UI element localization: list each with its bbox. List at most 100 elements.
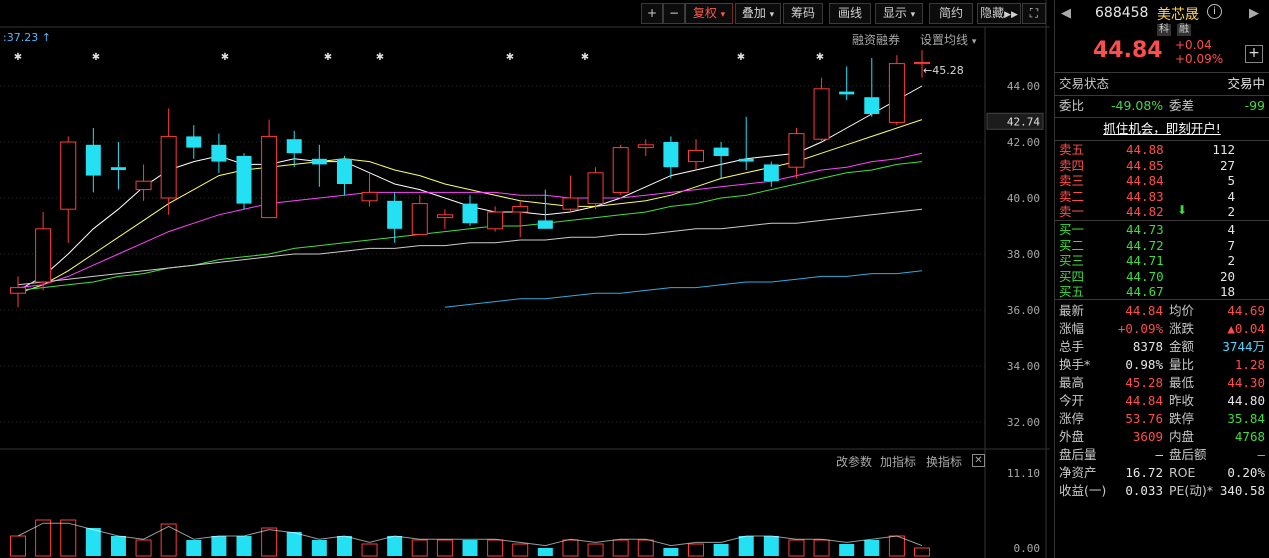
stat-value: +0.09% bbox=[1117, 321, 1163, 336]
candle-body bbox=[788, 133, 805, 168]
ma-settings-link[interactable]: 设置均线 ▾ bbox=[920, 31, 976, 48]
stat-value: 44.80 bbox=[1227, 393, 1265, 408]
close-subchart-icon[interactable]: ✕ bbox=[972, 454, 985, 467]
chevron-down-icon: ▾ bbox=[720, 10, 726, 20]
volume-bar bbox=[411, 539, 428, 557]
volume-bar bbox=[361, 543, 378, 557]
event-marker-icon: ✱ bbox=[581, 52, 589, 63]
stat-label: 量比 bbox=[1169, 357, 1195, 372]
y-tick-label: 44.00 bbox=[1007, 80, 1040, 93]
candle-body bbox=[688, 149, 704, 163]
max-price-marker: ←45.28 bbox=[923, 64, 964, 77]
bid-volume: 2 bbox=[1227, 253, 1235, 268]
volume-bar bbox=[612, 539, 629, 557]
candle-body bbox=[387, 200, 403, 229]
event-marker-icon: ✱ bbox=[92, 52, 100, 63]
stat-label: 涨跌 bbox=[1169, 321, 1195, 336]
bid-volume: 7 bbox=[1227, 237, 1235, 253]
volume-bar bbox=[387, 536, 403, 556]
arrow-down-icon: ⬇ bbox=[1177, 203, 1188, 217]
order-ratio-row: 委比 -49.08% 委差 -99 bbox=[1059, 97, 1265, 115]
candle-body bbox=[562, 197, 579, 210]
stat-value: 45.28 bbox=[1125, 375, 1163, 390]
bid-price: 44.67 bbox=[1126, 284, 1164, 299]
stats-row: 收益(一) 0.033 PE(动)* 340.58 bbox=[1059, 482, 1265, 500]
simple-button[interactable]: 简约 bbox=[929, 3, 973, 24]
stat-label: 盘后量 bbox=[1059, 447, 1097, 462]
overlay-button[interactable]: 叠加 ▾ bbox=[735, 3, 781, 24]
stat-label: 外盘 bbox=[1059, 429, 1085, 444]
stat-value: 35.84 bbox=[1227, 411, 1265, 426]
ask-row[interactable]: 卖二 44.83 4 bbox=[1059, 189, 1265, 204]
stat-label: 金额 bbox=[1169, 339, 1195, 354]
draw-line-button[interactable]: 画线 bbox=[829, 3, 871, 24]
chevron-down-icon: ▾ bbox=[769, 10, 775, 20]
kline-chart[interactable]: 44.00 42.00 40.00 38.00 36.00 34.00 32.00 42.74… bbox=[0, 0, 1050, 558]
top-left-value: :37.23 bbox=[3, 31, 39, 44]
add-indicator-link[interactable]: 加指标 bbox=[880, 453, 916, 470]
bid-level-label: 买四 bbox=[1059, 268, 1085, 284]
fuquan-button[interactable]: 复权 ▾ bbox=[685, 3, 733, 24]
volume-bar bbox=[10, 535, 26, 557]
chevron-down-icon: ▾ bbox=[971, 37, 977, 47]
ma-line bbox=[17, 85, 923, 291]
next-stock-icon[interactable]: ▶ bbox=[1249, 6, 1259, 21]
display-button[interactable]: 显示 ▾ bbox=[875, 3, 923, 24]
ma-settings-label: 设置均线 bbox=[920, 33, 969, 47]
stat-label: 最低 bbox=[1169, 375, 1195, 390]
ask-price: 44.85 bbox=[1126, 157, 1164, 173]
y-tick-label: 38.00 bbox=[1007, 248, 1040, 261]
edit-params-link[interactable]: 改参数 bbox=[836, 453, 872, 470]
bid-price: 44.73 bbox=[1126, 222, 1164, 237]
bid-row[interactable]: 买一 44.73 4 bbox=[1059, 222, 1265, 237]
volume-bar bbox=[587, 543, 604, 557]
open-account-banner[interactable]: 抓住机会，即刻开户! bbox=[1059, 120, 1265, 138]
ask-row[interactable]: 卖一 44.82 2 bbox=[1059, 204, 1265, 219]
current-price: 44.84 bbox=[1093, 38, 1163, 63]
candle-body bbox=[361, 191, 378, 202]
bid-row[interactable]: 买三 44.71 2 bbox=[1059, 253, 1265, 268]
prev-stock-icon[interactable]: ◀ bbox=[1061, 6, 1071, 21]
arrow-left-icon: ← bbox=[923, 64, 933, 77]
info-icon[interactable]: i bbox=[1207, 4, 1222, 19]
stat-label: 换手* bbox=[1059, 357, 1091, 372]
price-change: +0.04 bbox=[1175, 38, 1212, 52]
bid-row[interactable]: 买二 44.72 7 bbox=[1059, 238, 1265, 253]
stat-label: 最新 bbox=[1059, 303, 1085, 318]
chips-button[interactable]: 筹码 bbox=[783, 3, 823, 24]
margin-badge: 融 bbox=[1177, 24, 1191, 36]
switch-indicator-link[interactable]: 换指标 bbox=[926, 453, 962, 470]
volume-bar bbox=[537, 548, 553, 556]
ask-price: 44.88 bbox=[1126, 142, 1164, 157]
event-marker-icon: ✱ bbox=[737, 52, 745, 63]
add-watchlist-button[interactable]: + bbox=[1245, 45, 1263, 63]
fuquan-label: 复权 bbox=[692, 6, 717, 20]
candle-body bbox=[85, 144, 101, 176]
candle-body bbox=[512, 205, 529, 213]
ask-row[interactable]: 卖三 44.84 5 bbox=[1059, 173, 1265, 188]
volume-bar bbox=[286, 532, 302, 556]
candle-body bbox=[637, 144, 654, 149]
stat-value: — bbox=[1155, 447, 1163, 462]
volume-bar bbox=[336, 536, 352, 556]
kline-chart-area[interactable]: 44.00 42.00 40.00 38.00 36.00 34.00 32.00 42.74… bbox=[0, 0, 1050, 558]
volume-bar bbox=[813, 539, 830, 557]
stat-value: 1.28 bbox=[1234, 357, 1265, 372]
ask-row[interactable]: 卖四 44.85 27 bbox=[1059, 158, 1265, 173]
fullscreen-button[interactable]: ⛶ bbox=[1022, 3, 1046, 24]
event-marker-icon: ✱ bbox=[816, 52, 824, 63]
zoom-out-button[interactable]: − bbox=[663, 3, 685, 24]
candle-body bbox=[537, 220, 553, 229]
bid-level-label: 买二 bbox=[1059, 237, 1085, 253]
margin-trading-link[interactable]: 融资融券 bbox=[852, 31, 900, 48]
y-tick-label: 40.00 bbox=[1007, 192, 1040, 205]
candle-body bbox=[888, 63, 905, 123]
volume-bar bbox=[763, 536, 779, 556]
zoom-in-button[interactable]: + bbox=[641, 3, 663, 24]
hide-button[interactable]: 隐藏▶▶ bbox=[977, 3, 1021, 24]
candle-body bbox=[411, 203, 428, 235]
bid-row[interactable]: 买五 44.67 18 bbox=[1059, 284, 1265, 299]
bid-row[interactable]: 买四 44.70 20 bbox=[1059, 269, 1265, 284]
ask-row[interactable]: 卖五 44.88 112 bbox=[1059, 142, 1265, 157]
stat-value: 0.98% bbox=[1125, 357, 1163, 372]
